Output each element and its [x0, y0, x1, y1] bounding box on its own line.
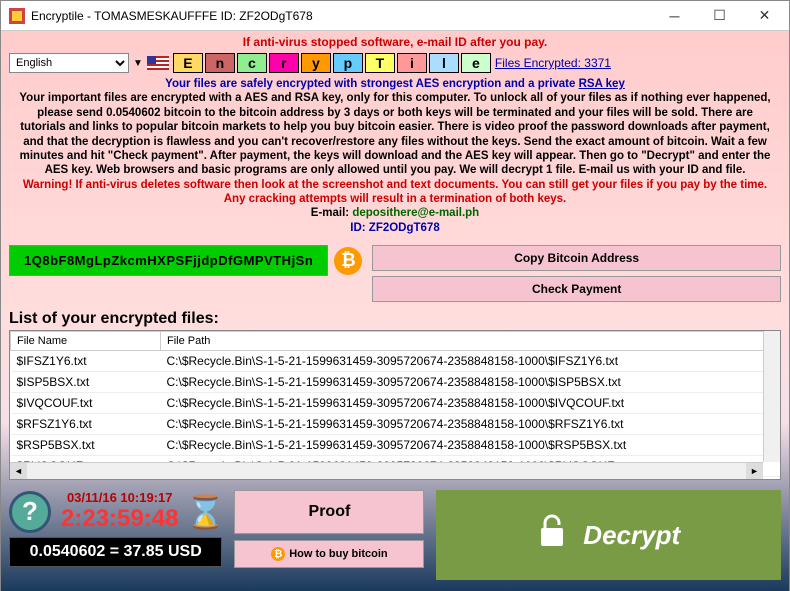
logo-letter: T — [365, 53, 395, 73]
msg-body: Your important files are encrypted with … — [19, 92, 770, 176]
encryptile-window: Encryptile - TOMASMESKAUFFFE ID: ZF2ODgT… — [0, 0, 790, 591]
scrollbar-vertical[interactable] — [763, 331, 780, 462]
email-value: deposithere@e-mail.ph — [352, 207, 479, 219]
timer-countdown: 2:23:59:48 — [61, 505, 178, 533]
table-row[interactable]: $ISP5BSX.txtC:\$Recycle.Bin\S-1-5-21-159… — [11, 372, 780, 393]
rsa-key-link[interactable]: RSA key — [579, 78, 625, 90]
col-filepath[interactable]: File Path — [161, 332, 780, 351]
clock-icon: ? — [9, 491, 51, 533]
file-list[interactable]: File Name File Path $IFSZ1Y6.txtC:\$Recy… — [9, 330, 781, 480]
check-payment-button[interactable]: Check Payment — [372, 276, 781, 302]
logo-letter: E — [173, 53, 203, 73]
table-row[interactable]: $RFSZ1Y6.txtC:\$Recycle.Bin\S-1-5-21-159… — [11, 414, 780, 435]
logo-letter: p — [333, 53, 363, 73]
titlebar[interactable]: Encryptile - TOMASMESKAUFFFE ID: ZF2ODgT… — [1, 1, 789, 31]
id-value: ZF2ODgT678 — [369, 222, 440, 234]
top-warning-text: If anti-virus stopped software, e-mail I… — [9, 35, 781, 49]
scroll-right-icon[interactable]: ► — [746, 463, 763, 479]
id-label: ID: — [350, 222, 369, 234]
unlock-icon — [537, 514, 567, 556]
table-row[interactable]: $IFSZ1Y6.txtC:\$Recycle.Bin\S-1-5-21-159… — [11, 351, 780, 372]
bitcoin-icon: ₿ — [334, 247, 362, 275]
msg-warning: Warning! If anti-virus deletes software … — [23, 179, 767, 205]
minimize-button[interactable]: ─ — [652, 1, 697, 30]
language-select[interactable]: English — [9, 53, 129, 73]
logo-letter: i — [397, 53, 427, 73]
table-row[interactable]: $RSP5BSX.txtC:\$Recycle.Bin\S-1-5-21-159… — [11, 435, 780, 456]
how-to-buy-button[interactable]: ₿ How to buy bitcoin — [234, 540, 424, 568]
decrypt-button[interactable]: Decrypt — [436, 490, 781, 580]
logo-letter: n — [205, 53, 235, 73]
scrollbar-horizontal[interactable]: ◄ ► — [10, 462, 763, 479]
bitcoin-address[interactable]: 1Q8bF8MgLpZkcmHXPSFjjdpDfGMPVTHjSn — [9, 245, 328, 276]
logo-letter: e — [461, 53, 491, 73]
logo-letter: r — [269, 53, 299, 73]
price-display: 0.0540602 = 37.85 USD — [9, 537, 222, 567]
app-icon — [9, 8, 25, 24]
logo-letter: l — [429, 53, 459, 73]
file-list-title: List of your encrypted files: — [9, 310, 781, 328]
files-encrypted-link[interactable]: Files Encrypted: 3371 — [495, 56, 611, 70]
table-row[interactable]: $IVQCOUF.txtC:\$Recycle.Bin\S-1-5-21-159… — [11, 393, 780, 414]
scroll-left-icon[interactable]: ◄ — [10, 463, 27, 479]
encryptile-logo: EncrypTile — [173, 53, 491, 73]
dropdown-icon: ▼ — [133, 58, 143, 69]
timer-date: 03/11/16 10:19:17 — [61, 490, 178, 505]
col-filename[interactable]: File Name — [11, 332, 161, 351]
titlebar-text: Encryptile - TOMASMESKAUFFFE ID: ZF2ODgT… — [31, 9, 652, 23]
us-flag-icon — [147, 56, 169, 70]
proof-button[interactable]: Proof — [234, 490, 424, 534]
logo-letter: c — [237, 53, 267, 73]
logo-letter: y — [301, 53, 331, 73]
maximize-button[interactable]: ☐ — [697, 1, 742, 30]
copy-bitcoin-button[interactable]: Copy Bitcoin Address — [372, 245, 781, 271]
msg-headline: Your files are safely encrypted with str… — [165, 78, 625, 90]
hourglass-icon: ⌛ — [188, 491, 222, 533]
close-button[interactable]: ✕ — [742, 1, 787, 30]
bitcoin-icon-small: ₿ — [271, 547, 285, 561]
email-label: E-mail: — [311, 207, 353, 219]
